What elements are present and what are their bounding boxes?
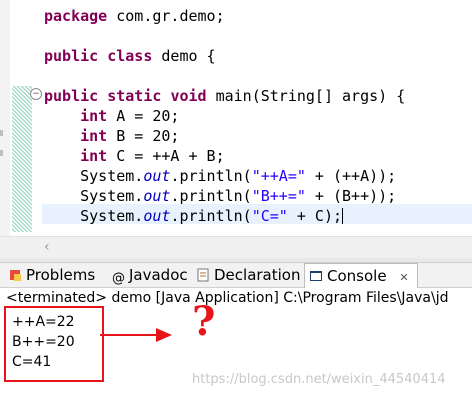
keyword-token: class <box>107 47 153 65</box>
code-line: int C = ++A + B; <box>44 146 225 166</box>
change-ruler <box>12 86 32 232</box>
string-token: "B++=" <box>251 187 306 205</box>
horizontal-scrollbar[interactable]: ‹ <box>0 236 472 259</box>
gutter-marker <box>0 150 3 156</box>
keyword-token: void <box>170 87 207 105</box>
keyword-token: int <box>80 147 108 165</box>
tab-problems[interactable]: Problems <box>8 263 95 287</box>
tab-label: Declaration <box>214 266 301 284</box>
keyword-token: int <box>80 127 108 145</box>
code-token: demo { <box>152 47 216 65</box>
console-status: <terminated> demo [Java Application] C:\… <box>6 290 449 306</box>
code-token: + (B++)); <box>305 187 397 205</box>
code-line: System.out.println("B++=" + (B++)); <box>44 186 396 206</box>
code-token: System. <box>44 187 144 205</box>
text-cursor <box>342 208 344 224</box>
keyword-token: package <box>44 7 108 25</box>
code-token: main(String[] args) { <box>206 87 406 105</box>
code-token: System. <box>44 167 144 185</box>
code-token: B = 20; <box>107 127 180 145</box>
code-token: A = 20; <box>107 107 180 125</box>
code-token: com.gr.demo; <box>107 7 225 25</box>
code-line: System.out.println("++A=" + (++A)); <box>44 166 396 186</box>
close-icon[interactable]: ✕ <box>399 271 408 284</box>
code-line: System.out.println("C=" + C); <box>44 206 344 226</box>
string-token: "++A=" <box>251 167 306 185</box>
code-line: int B = 20; <box>44 126 179 146</box>
javadoc-icon: @ <box>112 271 125 286</box>
fold-toggle-icon[interactable]: − <box>30 88 42 100</box>
tab-console[interactable]: Console ✕ <box>304 263 418 288</box>
string-token: "C=" <box>251 207 288 225</box>
tab-label: Console <box>327 267 387 285</box>
code-token: .println( <box>170 167 252 185</box>
field-token: out <box>143 187 171 205</box>
problems-icon <box>10 270 21 281</box>
keyword-token: static <box>107 87 162 105</box>
keyword-token: public <box>44 47 99 65</box>
code-line: package com.gr.demo; <box>44 6 225 26</box>
declaration-icon <box>197 268 209 282</box>
tab-label: Problems <box>26 266 96 284</box>
annotation-box <box>4 306 104 382</box>
scroll-left-icon[interactable]: ‹ <box>44 239 50 255</box>
field-token: out <box>143 207 171 225</box>
gutter-marker <box>0 130 3 136</box>
annotation-arrow <box>100 334 158 336</box>
tab-declaration[interactable]: Declaration <box>196 263 300 287</box>
console-icon <box>310 271 322 281</box>
overview-gutter <box>0 0 10 258</box>
code-token: .println( <box>170 207 252 225</box>
code-line: int A = 20; <box>44 106 179 126</box>
code-token: C = ++A + B; <box>107 147 225 165</box>
code-line: public static void main(String[] args) { <box>44 86 405 106</box>
code-token: + C); <box>287 207 343 225</box>
code-token: + (++A)); <box>305 167 397 185</box>
question-mark-annotation: ? <box>192 298 216 345</box>
annotation-arrow-head <box>156 328 172 342</box>
code-editor[interactable]: − package com.gr.demo; public class demo… <box>0 0 472 259</box>
view-tab-bar: Problems @ Javadoc Declaration Console ✕ <box>0 263 472 288</box>
tab-label: Javadoc <box>129 266 188 284</box>
keyword-token: public <box>44 87 99 105</box>
code-token: .println( <box>170 187 252 205</box>
watermark: https://blog.csdn.net/weixin_44540414 <box>192 372 446 387</box>
tab-javadoc[interactable]: @ Javadoc <box>112 263 188 287</box>
keyword-token: int <box>80 107 108 125</box>
code-line: public class demo { <box>44 46 216 66</box>
field-token: out <box>143 167 171 185</box>
code-token: System. <box>44 207 144 225</box>
